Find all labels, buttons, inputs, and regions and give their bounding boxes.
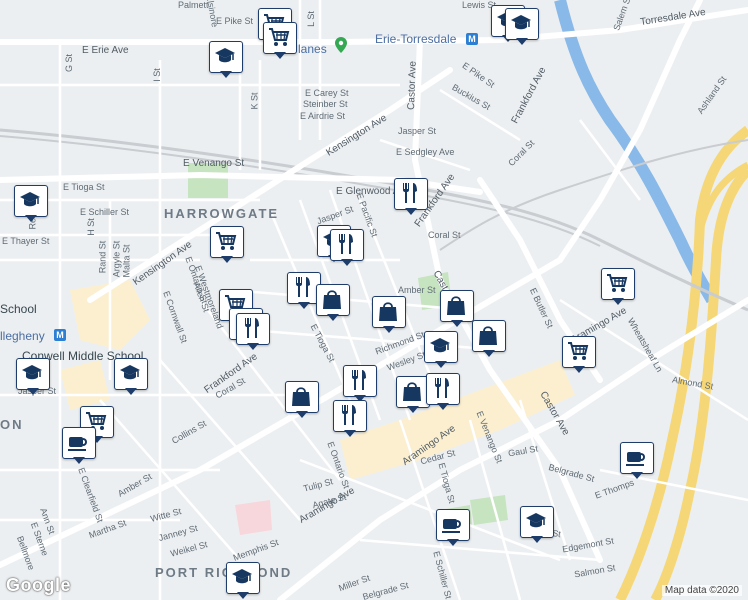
- map-canvas[interactable]: HARROWGATE PORT RICHMOND ON School Erie-…: [0, 0, 748, 600]
- street-label-castor-ave-n: Castor Ave: [406, 60, 419, 111]
- street-label-e-venango-st: E Venango St: [183, 158, 245, 169]
- map-marker-shopping-bag[interactable]: [472, 320, 506, 358]
- google-logo: Google: [6, 575, 71, 595]
- green-place-pin-icon[interactable]: [335, 37, 347, 53]
- map-marker-shopping-bag[interactable]: [285, 381, 319, 419]
- area-label-fragment: ON: [0, 417, 24, 432]
- map-marker-restaurant[interactable]: [426, 373, 460, 411]
- street-label-e-tioga-st: E Tioga St: [63, 182, 105, 192]
- map-marker-school[interactable]: [424, 331, 458, 369]
- map-marker-restaurant[interactable]: [333, 400, 367, 438]
- map-marker-school[interactable]: [520, 506, 554, 544]
- street-label-rand-st: Rand St: [97, 240, 108, 274]
- map-marker-restaurant[interactable]: [343, 365, 377, 403]
- station-label-erie-torresdale[interactable]: Erie-Torresdale: [375, 32, 456, 46]
- map-data-credit[interactable]: Map data ©2020: [661, 585, 742, 596]
- street-label-e-erie-ave: E Erie Ave: [82, 45, 129, 56]
- school-label-fragment: School: [0, 302, 37, 316]
- street-label-steinber-st: Steinber St: [303, 99, 348, 109]
- street-label-argyle-st: Argyle St: [111, 240, 122, 278]
- area-label-port-richmond: PORT RICHMOND: [155, 565, 293, 580]
- map-marker-cafe[interactable]: [436, 509, 470, 547]
- street-label-e-sedgley-ave: E Sedgley Ave: [396, 147, 455, 157]
- map-marker-shopping-bag[interactable]: [316, 284, 350, 322]
- map-marker-shopping-bag[interactable]: [372, 296, 406, 334]
- map-marker-school[interactable]: [14, 185, 48, 223]
- map-marker-shopping-cart[interactable]: [210, 226, 244, 264]
- street-label-palmetto-st: Palmett: [178, 0, 209, 10]
- map-marker-school[interactable]: [505, 8, 539, 46]
- map-marker-restaurant[interactable]: [236, 313, 270, 351]
- map-marker-shopping-cart[interactable]: [562, 336, 596, 374]
- street-label-i-st: I St: [151, 68, 162, 82]
- place-label-lanes[interactable]: lanes: [298, 42, 327, 56]
- street-label-e-pike-st: E Pike St: [216, 16, 254, 26]
- map-marker-cafe[interactable]: [620, 442, 654, 480]
- map-marker-shopping-bag[interactable]: [440, 290, 474, 328]
- street-label-l-st: L St: [305, 11, 316, 27]
- street-label-coral-st-n: Coral St: [428, 230, 461, 240]
- map-marker-restaurant[interactable]: [330, 229, 364, 267]
- street-label-e-thayer-st: E Thayer St: [2, 236, 50, 246]
- map-marker-shopping-bag[interactable]: [396, 376, 430, 414]
- map-marker-school[interactable]: [16, 358, 50, 396]
- station-label-allegheny[interactable]: llegheny: [0, 329, 45, 343]
- map-marker-restaurant[interactable]: [394, 178, 428, 216]
- street-label-e-carey-st: E Carey St: [305, 88, 349, 98]
- map-marker-cafe[interactable]: [62, 427, 96, 465]
- street-label-k-st: K St: [249, 92, 260, 110]
- map-marker-shopping-cart[interactable]: [263, 22, 297, 60]
- map-marker-school[interactable]: [209, 41, 243, 79]
- street-label-e-schiller-st: E Schiller St: [80, 207, 130, 217]
- street-label-e-airdrie-st: E Airdrie St: [300, 111, 346, 121]
- street-label-jasper-st-n: Jasper St: [398, 126, 437, 136]
- area-label-harrowgate: HARROWGATE: [164, 206, 280, 221]
- street-label-h-st: H St: [85, 218, 96, 236]
- street-label-amber-st-n: Amber St: [398, 285, 436, 295]
- map-marker-school[interactable]: [114, 358, 148, 396]
- metro-station-icon-allegheny[interactable]: M: [54, 329, 66, 341]
- metro-station-icon[interactable]: M: [466, 33, 478, 45]
- map-marker-school[interactable]: [226, 562, 260, 600]
- street-label-malta-st: Malta St: [121, 244, 132, 278]
- street-label-g-st: G St: [64, 53, 75, 73]
- map-marker-shopping-cart[interactable]: [601, 268, 635, 306]
